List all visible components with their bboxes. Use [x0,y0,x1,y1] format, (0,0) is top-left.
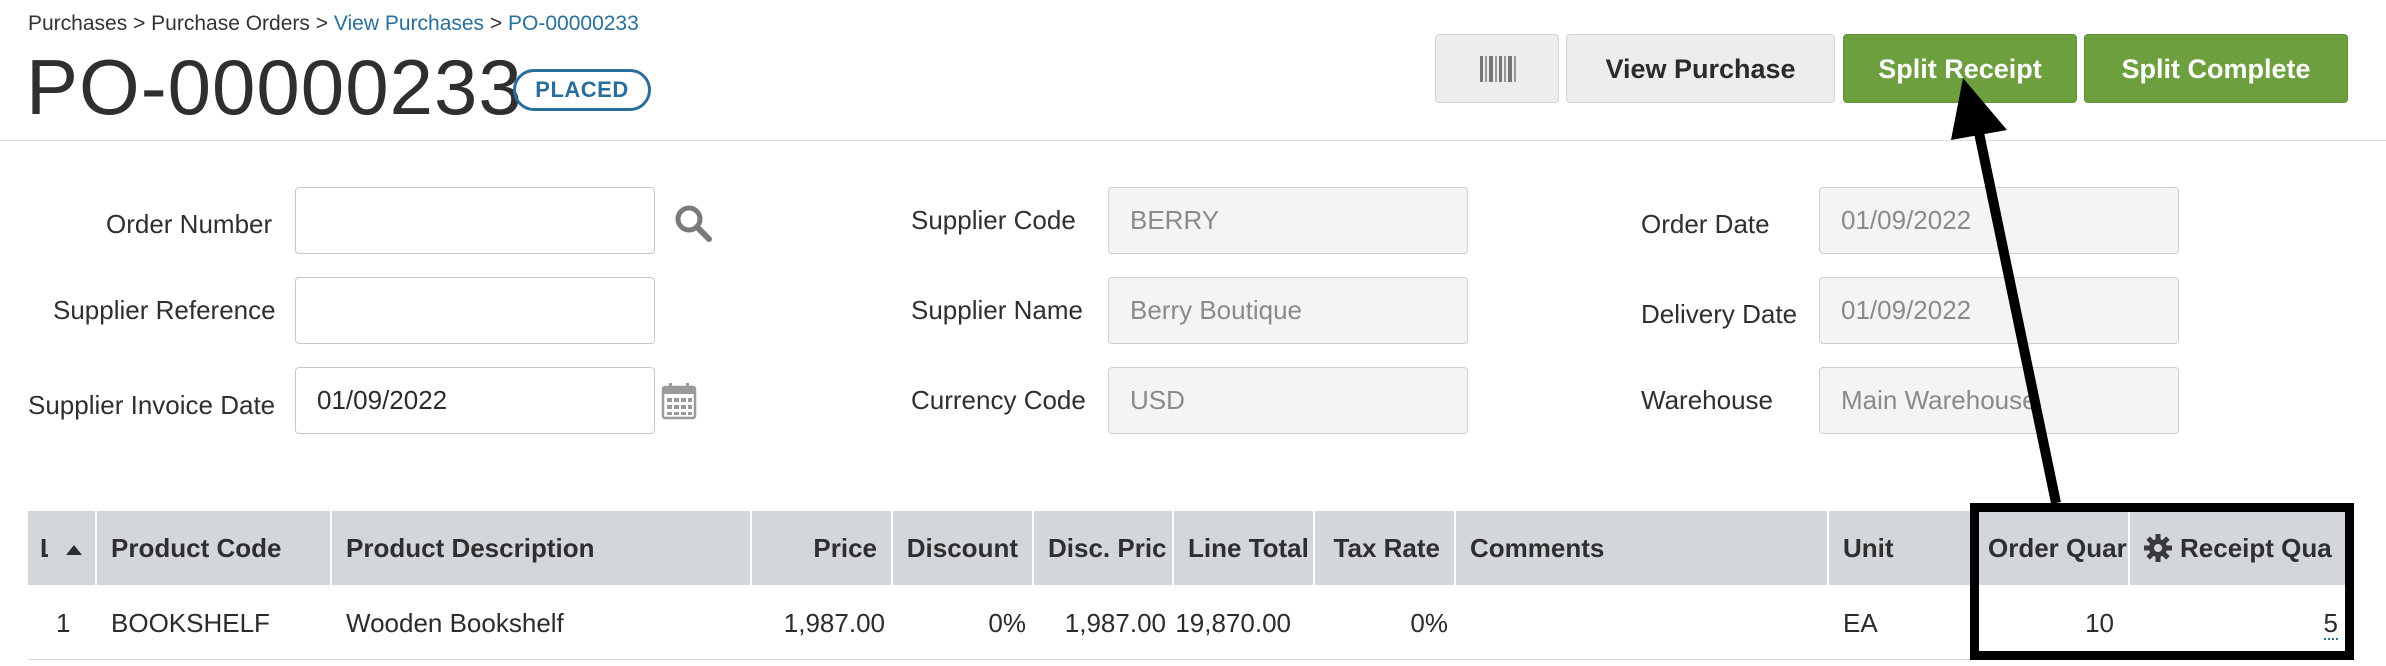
page-title: PO-00000233 [26,43,523,131]
order-number-label: Order Number [106,209,273,239]
sort-ascending-icon [66,545,83,556]
column-header-discount[interactable]: Discount [893,511,1034,585]
order-date-label: Order Date [1641,209,1770,239]
order-number-field[interactable] [295,187,655,254]
cell-tax-rate[interactable]: 0% [1315,586,1462,660]
column-header-comments[interactable]: Comments [1456,511,1829,585]
currency-code-field: USD [1108,367,1468,434]
barcode-button[interactable] [1435,34,1559,103]
cell-unit[interactable]: EA [1829,586,1974,660]
breadcrumb-separator: > [133,12,146,35]
cell-disc-price[interactable]: 1,987.00 [1034,586,1180,660]
breadcrumb-separator: > [315,12,329,35]
cell-line-total: 19,870.00 [1175,608,1291,638]
breadcrumb-view-purchases[interactable]: View Purchases [334,12,484,35]
search-icon[interactable] [673,203,713,243]
cell-comments[interactable] [1456,586,1829,660]
currency-code-label: Currency Code [911,385,1086,415]
column-header-disc-price[interactable]: Disc. Pric [1034,511,1174,585]
split-complete-button[interactable]: Split Complete [2084,34,2348,103]
annotation-highlight-box [1970,503,2354,660]
column-header-price[interactable]: Price [752,511,893,585]
column-header-tax-rate[interactable]: Tax Rate [1315,511,1456,585]
cell-discount[interactable]: 0% [893,586,1040,660]
delivery-date-label: Delivery Date [1641,299,1798,329]
supplier-code-field: BERRY [1108,187,1468,254]
supplier-invoice-date-label: Supplier Invoice Date [28,390,276,420]
barcode-icon [1480,56,1516,82]
supplier-invoice-date-field[interactable]: 01/09/2022 [295,367,655,434]
split-receipt-button[interactable]: Split Receipt [1843,34,2077,103]
supplier-code-label: Supplier Code [911,205,1076,235]
calendar-icon[interactable] [661,382,697,420]
header-divider [0,140,2386,141]
cell-product-description[interactable]: Wooden Bookshelf [332,586,752,660]
supplier-reference-field[interactable] [295,277,655,344]
breadcrumb-separator: > [489,12,503,35]
breadcrumb-purchases[interactable]: Purchases [28,12,127,35]
breadcrumb: Purchases > Purchase Orders > View Purch… [28,12,639,36]
cell-product-code[interactable]: BOOKSHELF [97,586,332,660]
column-header-product-code[interactable]: Product Code [97,511,332,585]
column-header-line-label: L [40,511,48,585]
warehouse-label: Warehouse [1641,385,1773,415]
view-purchase-button[interactable]: View Purchase [1566,34,1835,103]
supplier-reference-label: Supplier Reference [53,295,276,325]
status-badge: PLACED [513,69,651,111]
column-header-unit[interactable]: Unit [1829,511,1974,585]
column-header-line-total[interactable]: Line Total [1174,511,1315,585]
breadcrumb-current[interactable]: PO-00000233 [508,12,639,35]
breadcrumb-purchase-orders[interactable]: Purchase Orders [151,12,310,35]
delivery-date-field: 01/09/2022 [1819,277,2179,344]
supplier-name-field: Berry Boutique [1108,277,1468,344]
cell-line: 1 [56,608,71,638]
order-date-field: 01/09/2022 [1819,187,2179,254]
supplier-name-label: Supplier Name [911,295,1083,325]
cell-price[interactable]: 1,987.00 [752,586,899,660]
column-header-line[interactable]: L [28,511,97,585]
warehouse-field: Main Warehouse [1819,367,2179,434]
column-header-product-description[interactable]: Product Description [332,511,752,585]
